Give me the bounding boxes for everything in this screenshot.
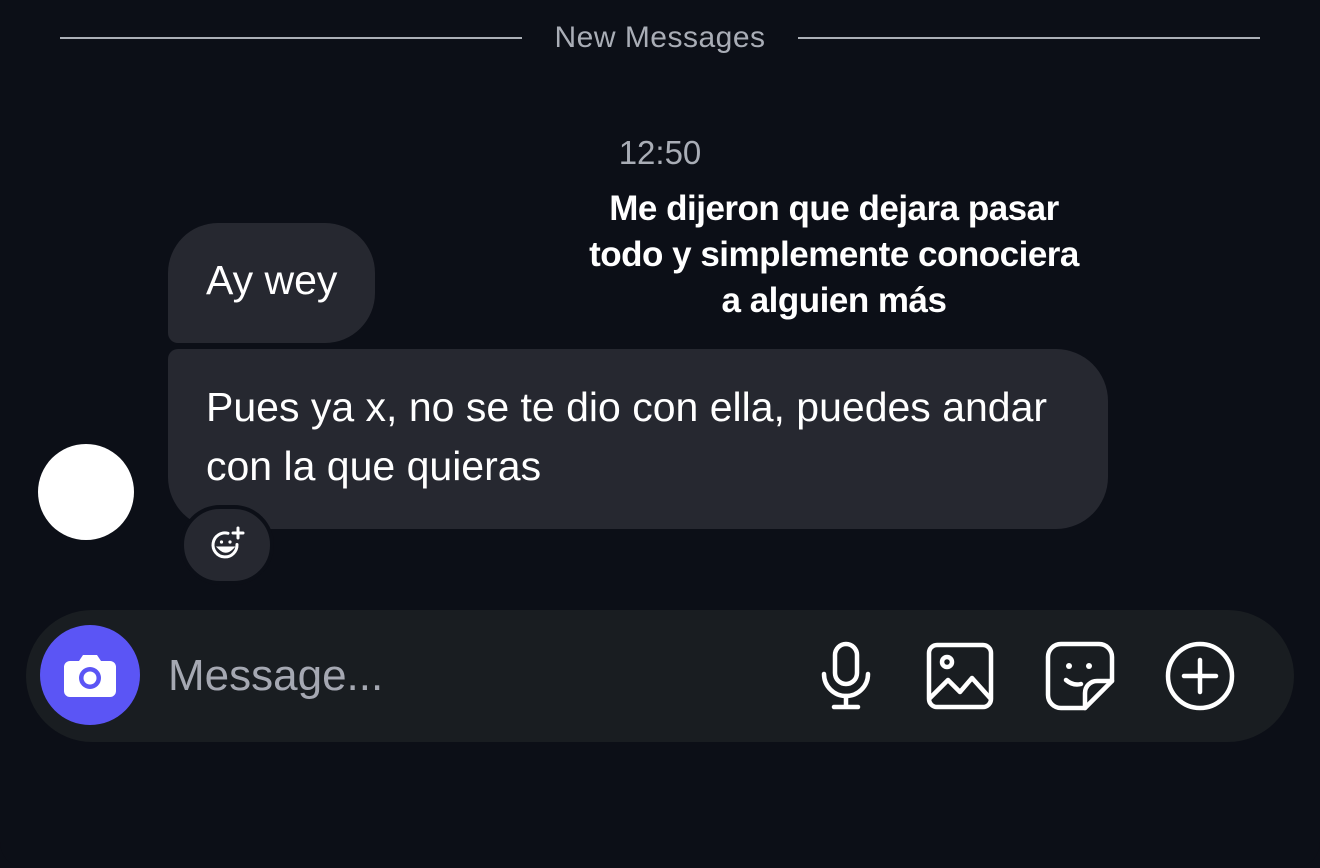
sticker-icon [1045,641,1115,711]
new-messages-label: New Messages [554,21,766,54]
message-timestamp: 12:50 [618,134,702,171]
message-text: Pues ya x, no se te dio con ella, puedes… [206,384,1048,489]
plus-circle-icon [1165,641,1235,711]
voice-message-button[interactable] [810,640,882,712]
overlay-caption: Me dijeron que dejara pasar todo y simpl… [534,186,1134,324]
new-messages-divider: New Messages [60,18,1261,58]
message-input[interactable] [168,640,768,712]
chat-screen: New Messages 12:50 Me dijeron que dejara… [0,0,1320,868]
message-composer [26,610,1294,742]
message-text: Ay wey [206,257,338,303]
microphone-icon [818,641,874,711]
sender-avatar[interactable] [38,444,134,540]
overlay-caption-line: Me dijeron que dejara pasar [609,189,1059,228]
camera-button[interactable] [40,625,140,725]
divider-line-right [797,37,1261,39]
received-message-bubble[interactable]: Ay wey [168,223,376,343]
sticker-button[interactable] [1044,640,1116,712]
gallery-button[interactable] [924,640,996,712]
overlay-caption-line: todo y simplemente conociera [589,235,1079,274]
received-message-bubble[interactable]: Pues ya x, no se te dio con ella, puedes… [168,349,1108,529]
more-options-button[interactable] [1164,640,1236,712]
divider-line-left [60,37,523,39]
add-reaction-button[interactable] [180,505,274,585]
add-reaction-icon [207,525,247,565]
overlay-caption-line: a alguien más [721,281,947,320]
camera-icon [62,651,118,699]
image-icon [926,642,994,710]
